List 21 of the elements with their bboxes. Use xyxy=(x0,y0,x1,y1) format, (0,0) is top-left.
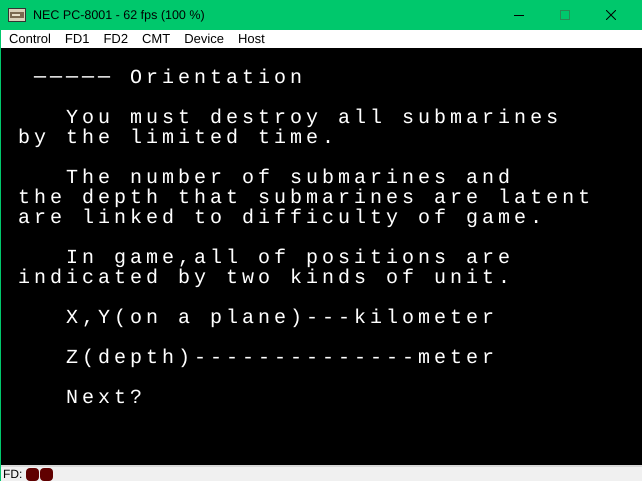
screen-text-line: In game,all of positions are xyxy=(66,248,514,269)
menu-item[interactable]: CMT xyxy=(142,31,170,46)
screen-text-line: by the limited time. xyxy=(17,128,338,149)
screen-text-line: ───── Orientation xyxy=(32,68,306,89)
window-title: NEC PC-8001 - 62 fps (100 %) xyxy=(33,8,205,22)
screen-text-line: You must destroy all submarines xyxy=(65,108,562,129)
menu-item[interactable]: Control xyxy=(9,31,51,46)
screen-text-line: Next? xyxy=(65,388,146,409)
menu-item[interactable]: Host xyxy=(238,31,265,46)
menu-item[interactable]: Device xyxy=(184,31,224,46)
screen-text-line: are linked to difficulty of game. xyxy=(17,208,546,229)
close-icon[interactable] xyxy=(606,10,616,20)
app-icon xyxy=(8,8,26,22)
menu-item[interactable]: FD2 xyxy=(103,31,128,46)
screen-text-line: the depth that submarines are latent xyxy=(17,188,594,209)
screen-text-line: X,Y(on a plane)---kilometer xyxy=(65,308,498,329)
status-label: FD: xyxy=(3,467,22,481)
menu-item[interactable]: FD1 xyxy=(64,31,90,46)
screen-text-line: The number of submarines and xyxy=(65,168,514,189)
screen-text-line: indicated by two kinds of unit. xyxy=(17,268,514,289)
screen-text-line: Z(depth)--------------meter xyxy=(65,348,498,369)
